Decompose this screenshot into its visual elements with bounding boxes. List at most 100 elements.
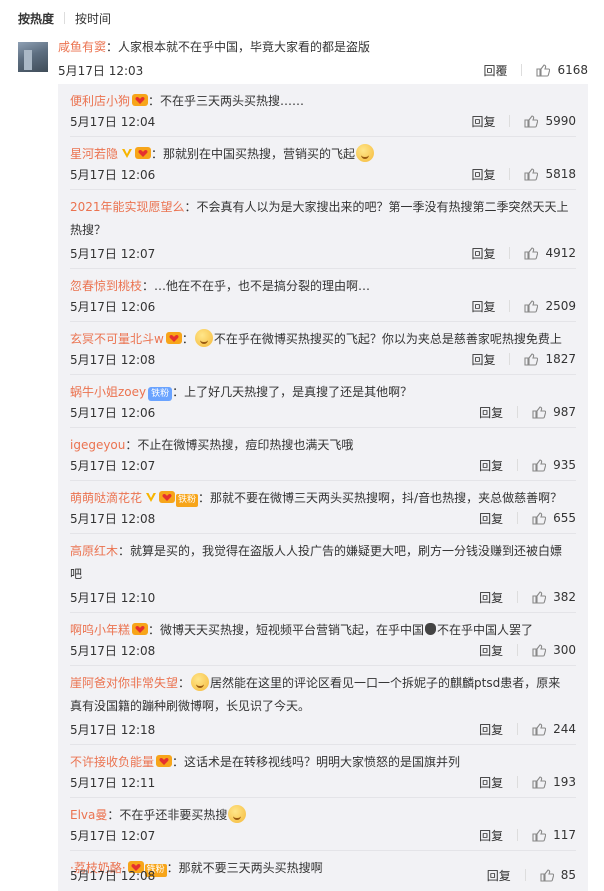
reply-time: 5月17日 12:06 — [70, 167, 156, 182]
divider — [517, 591, 519, 603]
like-count: 655 — [553, 511, 576, 525]
like-button[interactable]: 193 — [532, 775, 576, 789]
like-button[interactable]: 4912 — [524, 246, 576, 260]
reply-username[interactable]: 忽春惊到桃枝 — [70, 279, 142, 293]
reply-time: 5月17日 12:18 — [70, 722, 156, 737]
like-button[interactable]: 382 — [532, 590, 576, 604]
reply-username[interactable]: Elva曼 — [70, 808, 107, 822]
like-button[interactable]: 85 — [540, 868, 576, 882]
reply-item: Elva曼：不在乎还非要买热搜 5月17日 12:07 回复 117 — [58, 798, 588, 851]
divider — [509, 300, 511, 312]
reply-button[interactable]: 回复 — [471, 113, 495, 130]
reply-time: 5月17日 12:08 — [70, 868, 156, 883]
divider — [524, 869, 526, 881]
reply-username[interactable]: 2021年能实现愿望么 — [70, 200, 185, 214]
reply-button[interactable]: 回覆 — [483, 62, 507, 79]
thumbs-up-icon — [532, 828, 547, 842]
reply-button[interactable]: 回复 — [479, 404, 503, 421]
sort-by-time-tab[interactable]: 按时间 — [75, 10, 111, 27]
like-button[interactable]: 117 — [532, 828, 576, 842]
reply-button[interactable]: 回复 — [471, 351, 495, 368]
reply-time: 5月17日 12:06 — [70, 405, 156, 420]
reply-button[interactable]: 回复 — [479, 589, 503, 606]
thumbs-up-icon — [524, 299, 539, 313]
reply-button[interactable]: 回复 — [479, 510, 503, 527]
like-count: 117 — [553, 828, 576, 842]
like-button[interactable]: 6168 — [536, 63, 588, 77]
reply-username[interactable]: 崖阿爸对你非常失望 — [70, 676, 178, 690]
reply-username[interactable]: 便利店小狗 — [70, 94, 130, 108]
reply-item: 萌萌哒滴花花 铁粉 ：那就不要在微博三天两头买热搜啊，抖/音也热搜，夹总做慈善啊？ 5… — [58, 481, 588, 534]
like-count: 2509 — [545, 299, 576, 313]
reply-text: ：微博天天买热搜，短视频平台营销飞起，在乎中国 — [148, 623, 425, 637]
like-count: 193 — [553, 775, 576, 789]
reply-username[interactable]: 不许接收负能量 — [70, 755, 154, 769]
reply-button[interactable]: 回复 — [471, 298, 495, 315]
divider — [517, 776, 519, 788]
like-count: 300 — [553, 643, 576, 657]
like-count: 5818 — [545, 167, 576, 181]
like-button[interactable]: 1827 — [524, 352, 576, 366]
comment-text-continued: 热搜？ — [70, 223, 107, 237]
reply-button[interactable]: 回复 — [471, 245, 495, 262]
reply-item: 啊呜小年糕 ：微博天天买热搜，短视频平台营销飞起，在乎中国 不在乎中国人罢了 5月17… — [58, 613, 588, 666]
reply-time: 5月17日 12:11 — [70, 775, 156, 790]
reply-time: 5月17日 12:08 — [70, 352, 156, 367]
reply-text: ：上了好几天热搜了，是真搜了还是其他啊？ — [172, 385, 413, 399]
like-button[interactable]: 5818 — [524, 167, 576, 181]
heart-badge-icon — [132, 94, 149, 106]
thumbs-up-icon — [532, 775, 547, 789]
like-button[interactable]: 5990 — [524, 114, 576, 128]
like-count: 4912 — [545, 246, 576, 260]
reply-username[interactable]: 玄冥不可量北斗w — [70, 332, 164, 346]
reply-text: ：这话术是在转移视线吗？明明大家愤怒的是国旗并列 — [172, 755, 461, 769]
reply-time: 5月17日 12:08 — [70, 511, 156, 526]
reply-button[interactable]: 回复 — [487, 867, 511, 884]
reply-item: 2021年能实现愿望么：不会真有人以为是大家搜出来的吧？第一季没有热搜第二季突然… — [58, 190, 588, 269]
like-count: 382 — [553, 590, 576, 604]
reply-username[interactable]: 高原红木 — [70, 544, 118, 558]
reply-button[interactable]: 回复 — [479, 457, 503, 474]
reply-item: ·荔枝奶酪· 铁粉 ：那就不要三天两头买热搜啊 5月17日 12:08 回复 85 — [58, 851, 588, 891]
comment-text: ：人家根本就不在乎中国，毕竟大家看的都是盗版 — [106, 40, 371, 54]
divider — [517, 644, 519, 656]
reply-time: 5月17日 12:08 — [70, 643, 156, 658]
reply-username[interactable]: 啊呜小年糕 — [70, 623, 130, 637]
thumbs-up-icon — [532, 590, 547, 604]
like-button[interactable]: 300 — [532, 643, 576, 657]
reply-text: ：不会真有人以为是大家搜出来的吧？第一季没有热搜第二季突然天天上 — [184, 200, 569, 214]
emoji-icon — [356, 144, 375, 162]
reply-username[interactable]: 星河若隐 — [70, 147, 118, 161]
like-button[interactable]: 2509 — [524, 299, 576, 313]
like-button[interactable]: 987 — [532, 405, 576, 419]
reply-username[interactable]: igegeyou — [70, 438, 125, 452]
sort-by-hot-tab[interactable]: 按热度 — [18, 10, 54, 27]
reply-time: 5月17日 12:06 — [70, 299, 156, 314]
comment-username[interactable]: 咸鱼有窦 — [58, 40, 106, 54]
comment-text-continued: 真有没国籍的蹦种刷微博啊，长见识了今天。 — [70, 699, 311, 713]
emoji-icon — [191, 673, 210, 691]
like-button[interactable]: 655 — [532, 511, 576, 525]
reply-button[interactable]: 回复 — [479, 642, 503, 659]
reply-button[interactable]: 回复 — [479, 774, 503, 791]
verified-v-icon — [122, 149, 133, 158]
reply-username[interactable]: 萌萌哒滴花花 — [70, 491, 142, 505]
reply-item: 忽春惊到桃枝：…他在不在乎，也不是搞分裂的理由啊… 5月17日 12:06 回复 25… — [58, 269, 588, 322]
reply-button[interactable]: 回复 — [471, 166, 495, 183]
heart-badge-icon — [132, 623, 149, 635]
like-button[interactable]: 935 — [532, 458, 576, 472]
reply-text: ：就算是买的，我觉得在盗版人人投广告的嫌疑更大吧，刷方一分钱没赚到还被白嫖 — [118, 544, 563, 558]
avatar[interactable] — [18, 42, 48, 72]
divider — [517, 512, 519, 524]
divider — [509, 353, 511, 365]
reply-button[interactable]: 回复 — [479, 721, 503, 738]
like-count: 6168 — [557, 63, 588, 77]
reply-text: ：…他在不在乎，也不是搞分裂的理由啊… — [142, 279, 371, 293]
reply-text: ：不在乎还非要买热搜 — [107, 808, 228, 822]
thumbs-up-icon — [524, 167, 539, 181]
like-button[interactable]: 244 — [532, 722, 576, 736]
reply-button[interactable]: 回复 — [479, 827, 503, 844]
thumbs-up-icon — [532, 722, 547, 736]
reply-username[interactable]: 蜗牛小姐zoey — [70, 385, 146, 399]
like-count: 5990 — [545, 114, 576, 128]
